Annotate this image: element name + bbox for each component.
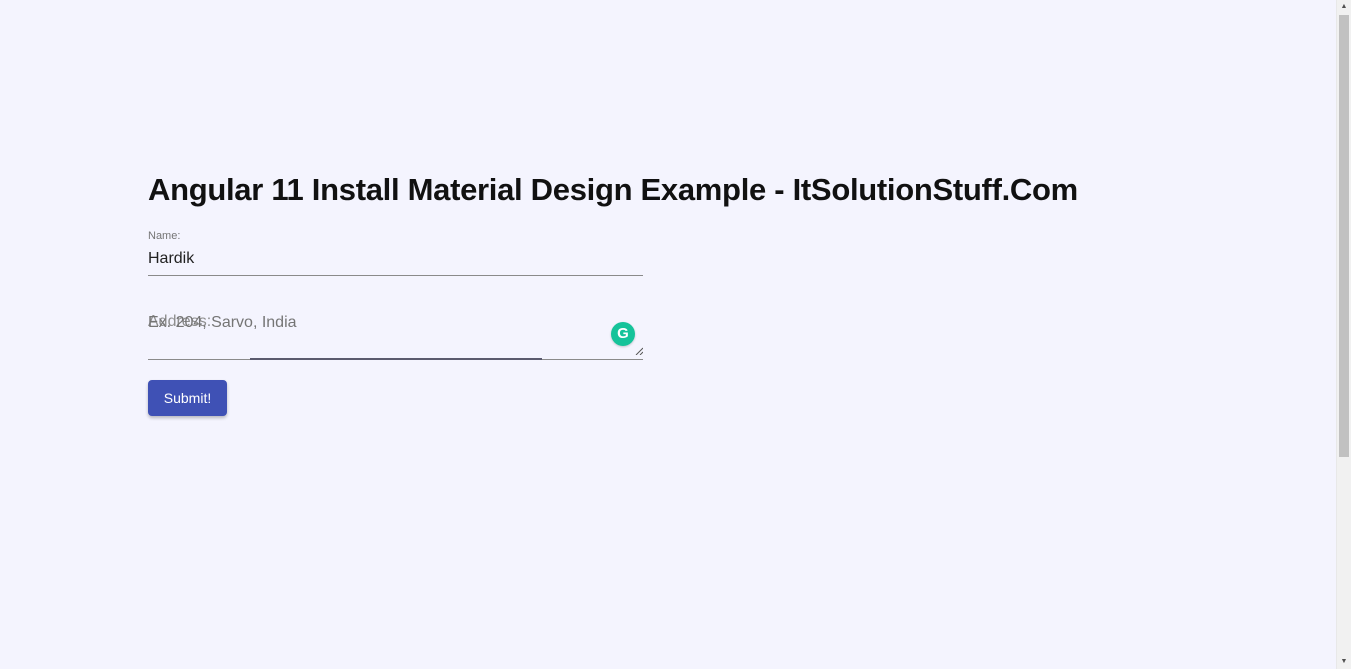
- name-underline: [148, 275, 643, 276]
- submit-button[interactable]: Submit!: [148, 380, 227, 416]
- form-container: Angular 11 Install Material Design Examp…: [148, 170, 1078, 416]
- vertical-scrollbar[interactable]: ▲ ▼: [1336, 0, 1351, 669]
- name-label: Name:: [148, 230, 181, 242]
- page-title: Angular 11 Install Material Design Examp…: [148, 172, 1078, 207]
- name-input[interactable]: [148, 248, 643, 270]
- scroll-down-icon[interactable]: ▼: [1337, 655, 1351, 669]
- page: Angular 11 Install Material Design Examp…: [0, 0, 1351, 669]
- address-underline-ripple: [250, 358, 542, 360]
- resize-grip-icon[interactable]: [635, 347, 643, 355]
- scroll-up-icon[interactable]: ▲: [1337, 0, 1351, 14]
- address-textarea[interactable]: [148, 314, 643, 354]
- grammarly-glyph: G: [617, 325, 629, 342]
- scroll-thumb[interactable]: [1339, 15, 1349, 457]
- name-field: Name:: [148, 230, 643, 276]
- address-field: Address: G: [148, 310, 643, 360]
- grammarly-icon[interactable]: G: [611, 322, 635, 346]
